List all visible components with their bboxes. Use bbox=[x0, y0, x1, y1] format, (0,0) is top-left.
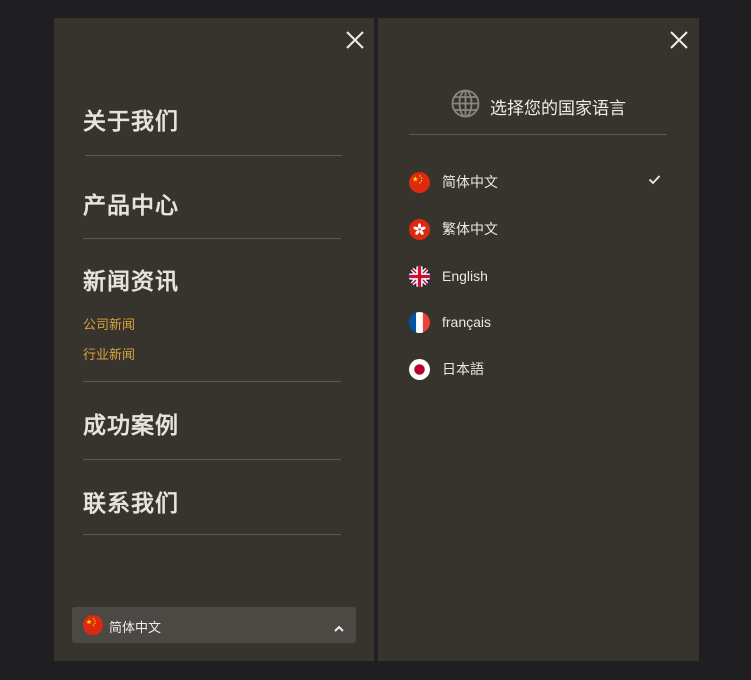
close-icon[interactable] bbox=[344, 29, 366, 51]
chevron-up-icon bbox=[333, 620, 345, 638]
language-panel-title: 选择您的国家语言 bbox=[490, 98, 626, 118]
france-flag-icon bbox=[409, 311, 430, 333]
language-label: 繁体中文 bbox=[442, 221, 498, 237]
language-label: 日本語 bbox=[442, 361, 484, 377]
nav-item-about[interactable]: 关于我们 bbox=[83, 102, 179, 136]
hong-kong-flag-icon bbox=[409, 218, 430, 240]
language-label: français bbox=[442, 314, 492, 330]
china-flag-icon bbox=[83, 615, 103, 635]
nav-item-contact[interactable]: 联系我们 bbox=[83, 484, 179, 518]
language-selector[interactable]: 简体中文 bbox=[72, 607, 356, 643]
close-icon[interactable] bbox=[668, 29, 690, 51]
japan-flag-icon bbox=[409, 358, 430, 380]
language-label: English bbox=[442, 268, 488, 284]
uk-flag-icon bbox=[409, 265, 430, 287]
language-panel: 选择您的国家语言 简体中文 繁体中文 English français 日本語 bbox=[378, 18, 699, 661]
divider bbox=[83, 459, 341, 460]
language-selector-label: 简体中文 bbox=[109, 620, 162, 635]
language-panel-header: 选择您的国家语言 bbox=[451, 89, 626, 123]
china-flag-icon bbox=[409, 171, 430, 193]
divider bbox=[83, 238, 341, 239]
navigation-menu-panel: 关于我们 产品中心 新闻资讯 公司新闻 行业新闻 成功案例 联系我们 简体中文 bbox=[54, 18, 374, 661]
globe-icon bbox=[451, 89, 480, 123]
language-option-simplified-chinese[interactable]: 简体中文 bbox=[409, 170, 667, 194]
language-option-japanese[interactable]: 日本語 bbox=[409, 357, 667, 381]
nav-item-products[interactable]: 产品中心 bbox=[83, 186, 179, 220]
divider bbox=[409, 134, 667, 135]
language-option-french[interactable]: français bbox=[409, 310, 667, 334]
divider bbox=[85, 155, 342, 156]
sub-item-industry-news[interactable]: 行业新闻 bbox=[83, 344, 135, 363]
checkmark-icon bbox=[648, 172, 661, 190]
nav-item-news[interactable]: 新闻资讯 bbox=[83, 262, 179, 296]
nav-item-cases[interactable]: 成功案例 bbox=[83, 406, 179, 440]
divider bbox=[83, 381, 341, 382]
divider bbox=[83, 534, 341, 535]
language-label: 简体中文 bbox=[442, 174, 498, 190]
sub-item-company-news[interactable]: 公司新闻 bbox=[83, 314, 135, 333]
language-option-english[interactable]: English bbox=[409, 264, 667, 288]
language-option-traditional-chinese[interactable]: 繁体中文 bbox=[409, 217, 667, 241]
